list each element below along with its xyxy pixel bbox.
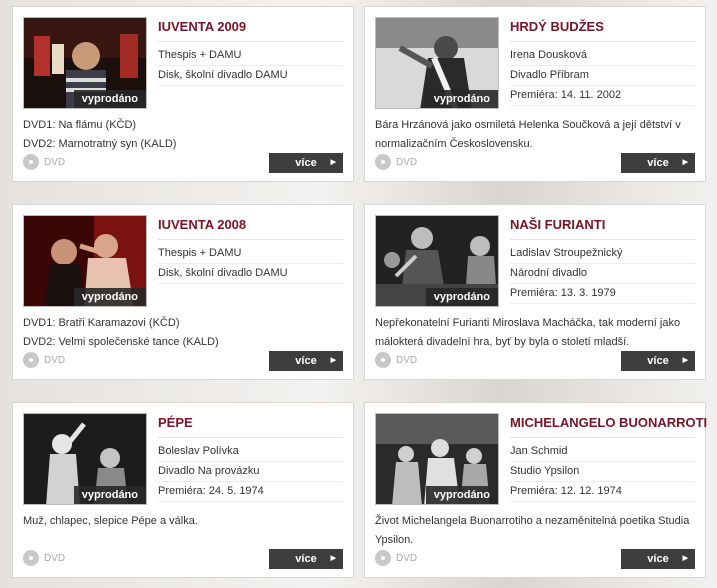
product-photo[interactable]: vyprodáno [375, 215, 499, 307]
format-label: DVD [375, 352, 417, 368]
product-card: vyprodáno MICHELANGELO BUONARROTI Jan Sc… [364, 402, 707, 578]
product-description: Bára Hrzánová jako osmiletá Helenka Souč… [375, 116, 697, 154]
description-line: normalizačním Československu. [375, 138, 533, 150]
description-line: Nepřekonatelní Furianti Miroslava Macháč… [375, 317, 681, 329]
dvd-disc-icon [23, 550, 39, 566]
arrow-right-icon: ▶ [682, 357, 688, 364]
sold-out-badge: vyprodáno [73, 288, 146, 306]
product-description: DVD1: Na flámu (KČD) DVD2: Marnotratný s… [23, 116, 345, 154]
product-card: vyprodáno NAŠI FURIANTI Ladislav Stroupe… [364, 204, 706, 380]
product-theatre: Studio Ypsilon [510, 462, 695, 482]
more-button[interactable]: více ▶ [269, 549, 343, 569]
dvd-disc-icon [375, 550, 391, 566]
product-premiere: Premiéra: 24. 5. 1974 [158, 482, 343, 502]
more-button[interactable]: více ▶ [269, 153, 343, 173]
more-label: více [647, 157, 669, 169]
product-theatre: Divadlo Na provázku [158, 462, 343, 482]
more-button[interactable]: více ▶ [621, 153, 695, 173]
description-line: DVD1: Na flámu (KČD) [23, 119, 137, 131]
product-title[interactable]: PÉPE [158, 413, 343, 438]
description-line: Bára Hrzánová jako osmiletá Helenka Souč… [375, 119, 681, 131]
product-theatre: Disk, školní divadlo DAMU [158, 264, 343, 284]
sold-out-badge: vyprodáno [425, 288, 498, 306]
arrow-right-icon: ▶ [682, 159, 688, 166]
product-author: Irena Dousková [510, 46, 695, 66]
description-line: Muž, chlapec, slepice Pépe a válka. [23, 515, 198, 527]
more-button[interactable]: více ▶ [621, 549, 695, 569]
product-premiere: Premiéra: 14. 11. 2002 [510, 86, 695, 106]
product-theatre: Disk, školní divadlo DAMU [158, 66, 343, 86]
format-text: DVD [396, 552, 418, 564]
sold-out-badge: vyprodáno [425, 486, 498, 504]
arrow-right-icon: ▶ [330, 357, 336, 364]
dvd-disc-icon [23, 154, 39, 170]
arrow-right-icon: ▶ [330, 555, 336, 562]
product-photo[interactable]: vyprodáno [375, 17, 499, 109]
product-description: Muž, chlapec, slepice Pépe a válka. [23, 512, 345, 531]
format-label: DVD [375, 550, 417, 566]
description-line: málokterá divadelní hra, byť by byla o s… [375, 336, 630, 348]
product-card: vyprodáno IUVENTA 2008 Thespis + DAMU Di… [12, 204, 354, 380]
format-text: DVD [44, 156, 66, 168]
product-author: Thespis + DAMU [158, 46, 343, 66]
more-label: více [647, 355, 669, 367]
more-label: více [295, 355, 317, 367]
sold-out-badge: vyprodáno [73, 90, 146, 108]
product-description: Nepřekonatelní Furianti Miroslava Macháč… [375, 314, 697, 352]
format-text: DVD [396, 354, 418, 366]
more-label: více [295, 553, 317, 565]
more-button[interactable]: více ▶ [269, 351, 343, 371]
format-label: DVD [23, 550, 65, 566]
product-author: Thespis + DAMU [158, 244, 343, 264]
product-description: DVD1: Bratři Karamazovi (KČD) DVD2: Velm… [23, 314, 345, 352]
description-line: DVD2: Marnotratný syn (KALD) [23, 138, 177, 150]
more-label: více [295, 157, 317, 169]
product-title[interactable]: HRDÝ BUDŽES [510, 17, 695, 42]
product-photo[interactable]: vyprodáno [23, 413, 147, 505]
product-premiere: Premiéra: 13. 3. 1979 [510, 284, 695, 304]
description-line: DVD2: Velmi společenské tance (KALD) [23, 336, 219, 348]
format-text: DVD [44, 354, 66, 366]
product-author: Jan Schmid [510, 442, 695, 462]
dvd-disc-icon [375, 352, 391, 368]
more-button[interactable]: více ▶ [621, 351, 695, 371]
product-title[interactable]: IUVENTA 2009 [158, 17, 343, 42]
product-author: Boleslav Polívka [158, 442, 343, 462]
format-label: DVD [23, 154, 65, 170]
more-label: více [647, 553, 669, 565]
product-photo[interactable]: vyprodáno [23, 17, 147, 109]
product-card: vyprodáno PÉPE Boleslav Polívka Divadlo … [12, 402, 354, 578]
product-photo[interactable]: vyprodáno [375, 413, 499, 505]
dvd-disc-icon [23, 352, 39, 368]
format-label: DVD [23, 352, 65, 368]
description-line: Život Michelangela Buonarrotiho a nezamě… [375, 515, 690, 527]
sold-out-badge: vyprodáno [425, 90, 498, 108]
arrow-right-icon: ▶ [682, 555, 688, 562]
product-theatre: Národní divadlo [510, 264, 695, 284]
product-card: vyprodáno HRDÝ BUDŽES Irena Dousková Div… [364, 6, 706, 182]
product-description: Život Michelangela Buonarrotiho a nezamě… [375, 512, 697, 550]
format-text: DVD [396, 156, 418, 168]
description-line: Ypsilon. [375, 534, 414, 546]
product-title[interactable]: MICHELANGELO BUONARROTI [510, 413, 707, 438]
format-text: DVD [44, 552, 66, 564]
description-line: DVD1: Bratři Karamazovi (KČD) [23, 317, 180, 329]
product-title[interactable]: NAŠI FURIANTI [510, 215, 695, 240]
dvd-disc-icon [375, 154, 391, 170]
sold-out-badge: vyprodáno [73, 486, 146, 504]
product-premiere: Premiéra: 12. 12. 1974 [510, 482, 695, 502]
format-label: DVD [375, 154, 417, 170]
product-author: Ladislav Stroupežnický [510, 244, 695, 264]
product-title[interactable]: IUVENTA 2008 [158, 215, 343, 240]
arrow-right-icon: ▶ [330, 159, 336, 166]
product-photo[interactable]: vyprodáno [23, 215, 147, 307]
product-theatre: Divadlo Příbram [510, 66, 695, 86]
product-card: vyprodáno IUVENTA 2009 Thespis + DAMU Di… [12, 6, 354, 182]
